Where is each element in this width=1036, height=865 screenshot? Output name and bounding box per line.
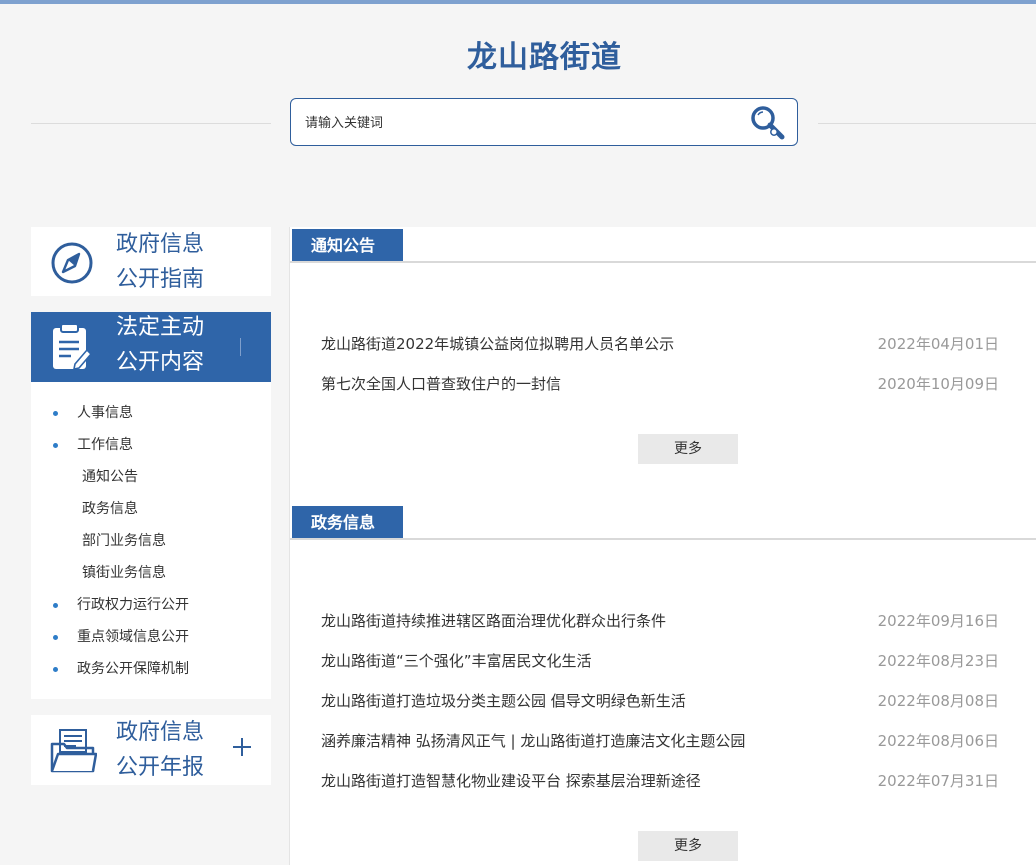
statutory-card-title: 法定主动 公开内容 (116, 310, 204, 380)
section-divider (290, 538, 1036, 540)
guide-card-title: 政府信息 公开指南 (116, 227, 204, 297)
news-date: 2022年07月31日 (877, 772, 999, 790)
annual-card-line2: 公开年报 (116, 755, 205, 780)
menu-subitem-notices[interactable]: 通知公告 (82, 466, 138, 488)
news-date: 2022年08月08日 (877, 692, 999, 710)
top-accent-bar (0, 0, 1036, 4)
search-button[interactable] (747, 103, 789, 143)
news-date: 2022年08月06日 (877, 732, 999, 750)
news-title-link[interactable]: 龙山路街道“三个强化”丰富居民文化生活 (321, 649, 592, 673)
guide-card[interactable]: 政府信息 公开指南 (31, 227, 271, 296)
tab-government-affairs[interactable]: 政务信息 (292, 506, 403, 540)
statutory-card-line1: 法定主动 (116, 315, 205, 340)
annual-card-title: 政府信息 公开年报 (116, 715, 204, 785)
expand-annual-button[interactable] (230, 735, 254, 759)
site-title: 龙山路街道 (467, 40, 622, 75)
bullet-dot (53, 443, 58, 448)
menu-subitem-street-business[interactable]: 镇街业务信息 (82, 562, 166, 584)
statutory-card-line2: 公开内容 (116, 350, 205, 375)
news-title-link[interactable]: 龙山路街道持续推进辖区路面治理优化群众出行条件 (321, 609, 666, 633)
search-icon (751, 106, 785, 140)
news-date: 2022年09月16日 (877, 612, 999, 630)
bullet-dot (53, 667, 58, 672)
header-divider-left (31, 123, 271, 124)
menu-subitem-government-affairs[interactable]: 政务信息 (82, 498, 138, 520)
news-title-link[interactable]: 龙山路街道2022年城镇公益岗位拟聘用人员名单公示 (321, 332, 674, 356)
list-item: 龙山路街道打造垃圾分类主题公园 倡导文明绿色新生活 2022年08月08日 (321, 689, 999, 713)
search-box (290, 98, 798, 146)
menu-subitem-department-business[interactable]: 部门业务信息 (82, 530, 166, 552)
list-item: 龙山路街道打造智慧化物业建设平台 探索基层治理新途径 2022年07月31日 (321, 769, 999, 793)
news-title-link[interactable]: 龙山路街道打造智慧化物业建设平台 探索基层治理新途径 (321, 769, 701, 793)
bullet-dot (53, 411, 58, 416)
list-item: 涵养廉洁精神 弘扬清风正气 | 龙山路街道打造廉洁文化主题公园 2022年08月… (321, 729, 999, 753)
annual-report-card[interactable]: 政府信息 公开年报 (31, 715, 271, 785)
search-input[interactable] (303, 109, 727, 137)
bullet-dot (53, 603, 58, 608)
list-item: 第七次全国人口普查致住户的一封信 2020年10月09日 (321, 372, 999, 396)
news-date: 2022年04月01日 (877, 335, 999, 353)
section-divider (290, 261, 1036, 263)
main-content: 通知公告 龙山路街道2022年城镇公益岗位拟聘用人员名单公示 2022年04月0… (289, 227, 1036, 865)
news-title-link[interactable]: 龙山路街道打造垃圾分类主题公园 倡导文明绿色新生活 (321, 689, 686, 713)
affairs-more-button[interactable]: 更多 (638, 831, 738, 861)
annual-card-line1: 政府信息 (116, 720, 205, 745)
plus-icon (233, 738, 251, 756)
list-item: 龙山路街道2022年城镇公益岗位拟聘用人员名单公示 2022年04月01日 (321, 332, 999, 356)
folder-documents-icon (50, 729, 97, 773)
news-title-link[interactable]: 第七次全国人口普查致住户的一封信 (321, 372, 561, 396)
list-item: 龙山路街道持续推进辖区路面治理优化群众出行条件 2022年09月16日 (321, 609, 999, 633)
statutory-card[interactable]: 法定主动 公开内容 (31, 312, 271, 382)
news-date: 2022年08月23日 (877, 652, 999, 670)
card-divider (240, 338, 241, 356)
tab-notices[interactable]: 通知公告 (292, 229, 403, 263)
sidebar-menu: 人事信息 工作信息 通知公告 政务信息 部门业务信息 镇街业务信息 行政权力运行… (31, 382, 271, 699)
compass-icon (51, 242, 93, 284)
notices-more-button[interactable]: 更多 (638, 434, 738, 464)
clipboard-icon (53, 323, 93, 371)
header-divider-right (818, 123, 1036, 124)
news-title-link[interactable]: 涵养廉洁精神 弘扬清风正气 | 龙山路街道打造廉洁文化主题公园 (321, 729, 745, 753)
guide-card-line1: 政府信息 (116, 232, 205, 257)
guide-card-line2: 公开指南 (116, 267, 205, 292)
news-date: 2020年10月09日 (877, 375, 999, 393)
list-item: 龙山路街道“三个强化”丰富居民文化生活 2022年08月23日 (321, 649, 999, 673)
bullet-dot (53, 635, 58, 640)
